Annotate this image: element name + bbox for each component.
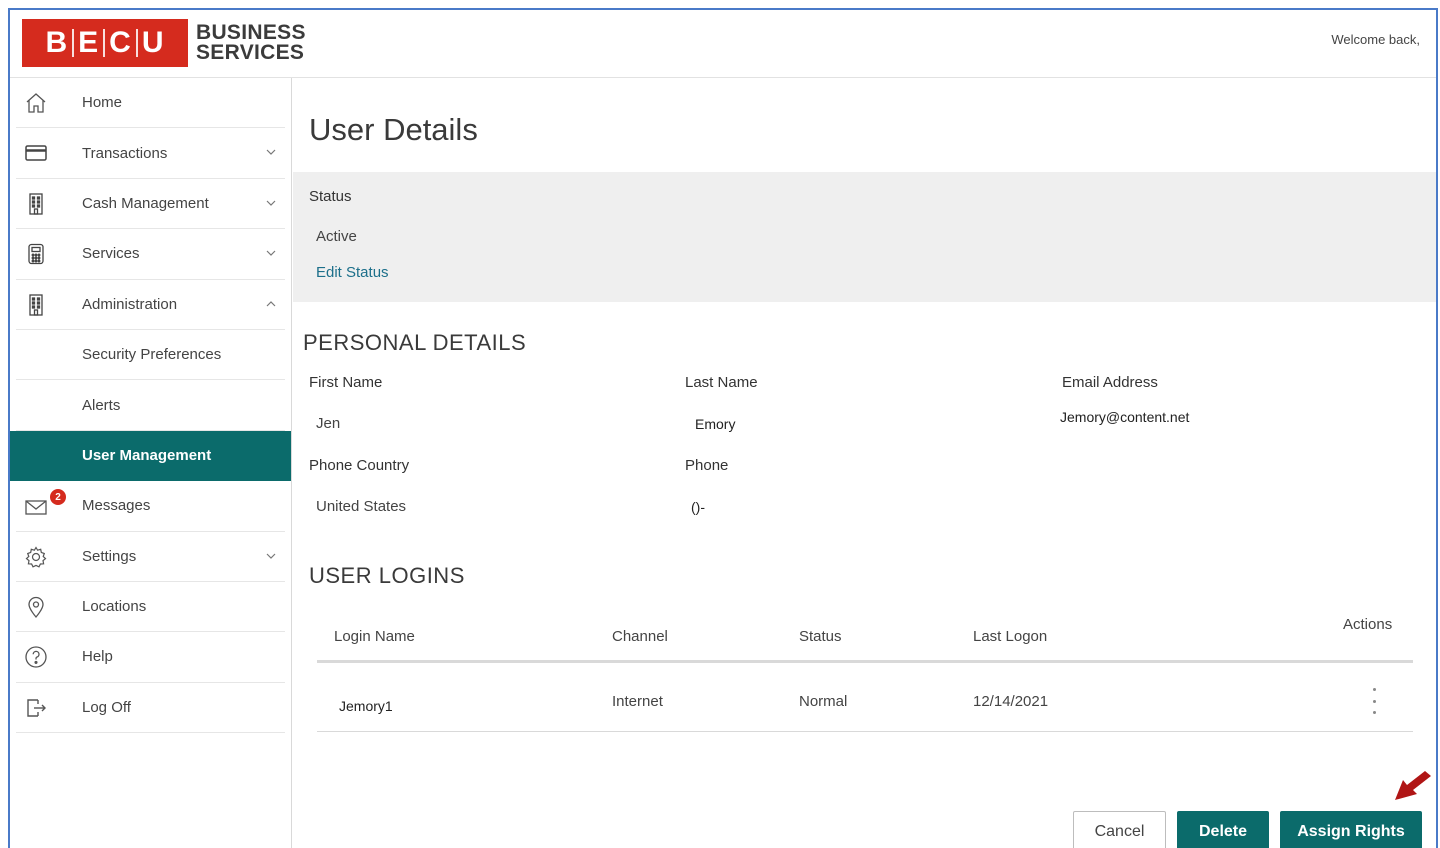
app-window: BECU BUSINESS SERVICES Welcome back, Hom… [8,8,1438,848]
personal-details-heading: PERSONAL DETAILS [303,330,527,355]
assign-rights-button[interactable]: Assign Rights [1280,811,1422,848]
chevron-down-icon [266,149,276,156]
unread-count-badge: 2 [50,489,66,506]
sidebar-item-security-preferences[interactable]: Security Preferences [16,330,285,381]
status-value: Active [316,228,357,245]
sidebar-item-messages[interactable]: 2 Messages [16,481,285,532]
sidebar-item-cash-management[interactable]: Cash Management [16,179,285,230]
sidebar-item-transactions[interactable]: Transactions [16,128,285,179]
cancel-button[interactable]: Cancel [1073,811,1166,848]
phone-country-label: Phone Country [309,457,410,474]
table-row: Jemory1 Internet Normal 12/14/2021 [317,666,1413,732]
first-name-label: First Name [309,374,383,391]
chevron-up-icon [266,300,276,306]
logo-line-1: BUSINESS [196,21,306,44]
cell-status: Normal [799,693,848,710]
sidebar-item-home[interactable]: Home [16,78,285,129]
calculator-icon [28,244,44,265]
phone-country-value: United States [316,498,407,515]
sidebar-item-label: Home [82,94,123,112]
sidebar-item-help[interactable]: Help [16,632,285,683]
cell-last-logon: 12/14/2021 [973,693,1049,710]
building-icon [29,293,43,316]
cell-channel: Internet [612,693,663,710]
column-header-login-name: Login Name [334,628,415,645]
email-value: Jemory@content.net [1060,409,1190,425]
sidebar-item-label: User Management [82,446,212,464]
status-heading: Status [309,188,352,205]
help-icon [25,646,47,668]
column-header-channel: Channel [612,628,668,645]
building-icon [29,193,43,215]
annotation-arrow-icon [1395,771,1431,800]
logo-line-2: SERVICES [196,41,305,64]
user-logins-heading: USER LOGINS [309,563,465,588]
last-name-value: Emory [695,416,736,432]
sidebar-item-settings[interactable]: Settings [16,532,285,582]
envelope-icon [25,500,47,515]
phone-value: ()- [691,499,705,515]
column-header-last-logon: Last Logon [973,628,1048,645]
column-header-status: Status [799,628,842,645]
card-icon [25,145,47,162]
sidebar-item-administration[interactable]: Administration [16,280,285,330]
cell-login-name: Jemory1 [339,698,393,714]
first-name-value: Jen [316,415,341,432]
last-name-label: Last Name [685,374,758,391]
sidebar-item-label: Transactions [82,144,168,162]
sidebar-nav: Home Transactions Cash Management Servic… [10,78,292,848]
column-header-actions: Actions [1343,616,1393,633]
sidebar-item-label: Log Off [82,698,131,716]
sidebar-item-label: Messages [82,497,151,515]
sidebar-item-label: Settings [82,547,137,565]
page-title: User Details [309,112,478,147]
home-icon [26,93,46,113]
welcome-message: Welcome back, [1331,32,1420,47]
sidebar-item-label: Administration [82,295,178,313]
gear-icon [25,545,47,568]
chevron-down-icon [266,250,276,257]
sidebar-item-locations[interactable]: Locations [16,582,285,633]
sidebar-item-label: Cash Management [82,194,209,212]
logout-icon [27,698,46,717]
logo-text: BUSINESS SERVICES [196,21,306,64]
logins-table-header: Login Name Channel Status Last Logon Act… [317,588,1413,663]
email-label: Email Address [1062,374,1158,391]
sidebar-item-label: Services [82,245,140,263]
status-panel: Status Active Edit Status [293,172,1436,302]
row-actions-menu-icon[interactable] [1369,688,1379,714]
sidebar-item-log-off[interactable]: Log Off [16,683,285,734]
chevron-down-icon [266,200,276,206]
delete-button[interactable]: Delete [1177,811,1269,848]
becu-logo[interactable]: BECU BUSINESS SERVICES [22,19,306,67]
top-header: BECU BUSINESS SERVICES Welcome back, [10,10,1436,78]
main-content: User Details Status Active Edit Status P… [293,78,1436,848]
edit-status-link[interactable]: Edit Status [316,264,389,281]
sidebar-item-label: Alerts [82,396,121,414]
chevron-down-icon [266,553,276,559]
sidebar-item-label: Locations [82,598,147,616]
sidebar-item-user-management[interactable]: User Management [10,430,291,482]
sidebar-item-label: Help [82,648,113,666]
sidebar-item-services[interactable]: Services [16,229,285,280]
sidebar-item-alerts[interactable]: Alerts [16,380,285,431]
sidebar-item-label: Security Preferences [82,346,222,364]
location-pin-icon [28,596,44,618]
logo-mark: BECU [22,19,188,67]
phone-label: Phone [685,457,729,474]
